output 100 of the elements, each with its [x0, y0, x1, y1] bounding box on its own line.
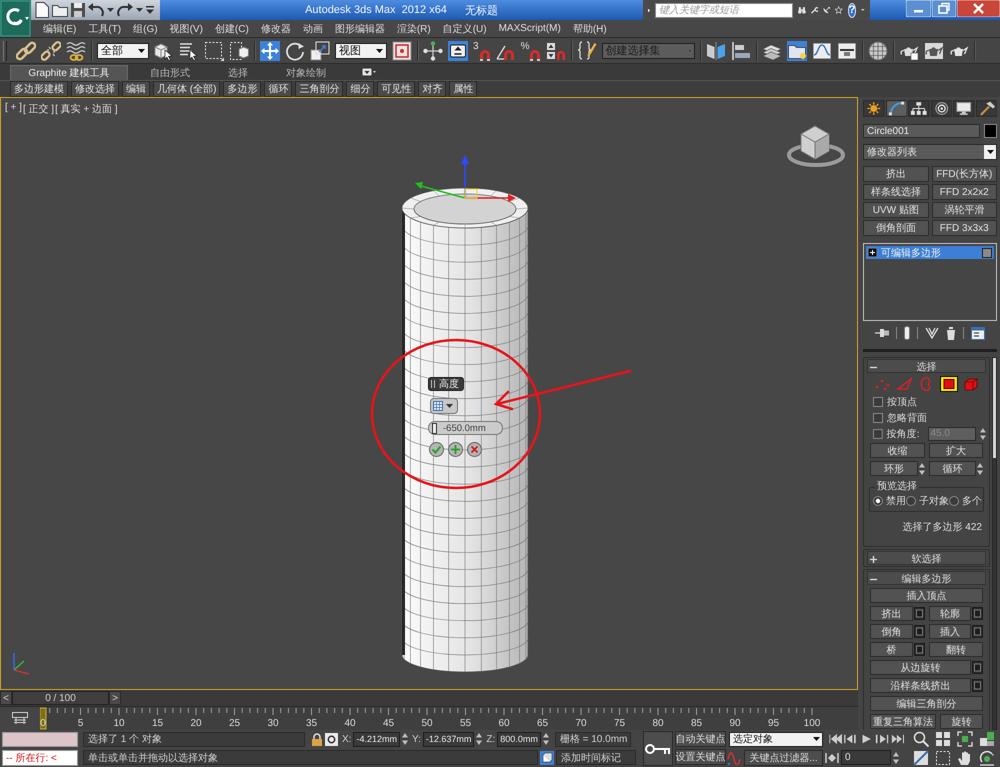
modifier-list-dropdown[interactable]: 修改器列表: [863, 144, 997, 160]
minimize-icon[interactable]: [906, 0, 931, 17]
dropdown-icon[interactable]: [362, 68, 376, 76]
checker-sphere-icon[interactable]: [868, 40, 888, 60]
panel-window-icon[interactable]: [837, 40, 858, 60]
dialog-box-icon[interactable]: [914, 607, 924, 620]
four-squares-icon[interactable]: [935, 731, 951, 747]
hierarchy-icon[interactable]: [908, 100, 930, 117]
panel-button[interactable]: 插入: [928, 624, 971, 639]
panel-button[interactable]: 环形: [870, 461, 918, 476]
key-mode-icon[interactable]: [825, 752, 839, 762]
scrollbar-thumb[interactable]: [993, 358, 996, 458]
restore-icon[interactable]: [932, 0, 956, 17]
menu-item[interactable]: 动画: [296, 22, 329, 36]
dialog-box-icon[interactable]: [972, 661, 983, 674]
panel-button[interactable]: 编辑三角剖分: [870, 696, 983, 711]
track-editor-icon[interactable]: [12, 712, 28, 725]
ribbon-panel-button[interactable]: 多边形: [223, 81, 262, 97]
caddy-title-bar[interactable]: 高度: [428, 377, 464, 391]
ribbon-panel-button[interactable]: 编辑: [122, 81, 150, 97]
plus-icon[interactable]: [448, 442, 463, 457]
ribbon-tab[interactable]: 选择: [204, 65, 272, 80]
spinner-magnet-icon[interactable]: [546, 40, 566, 60]
time-slider-thumb[interactable]: 0 / 100: [12, 691, 109, 705]
ribbon-panel-button[interactable]: 属性: [449, 81, 478, 97]
dashed-rectangle-hexagon-icon[interactable]: [229, 40, 249, 60]
panel-button[interactable]: 桥: [870, 642, 912, 657]
modifier-button[interactable]: 挤出: [863, 166, 928, 182]
panel-button[interactable]: 从边旋转: [870, 660, 971, 675]
lock-icon[interactable]: [311, 732, 323, 746]
auto-key-button[interactable]: 自动关键点: [675, 731, 726, 747]
spinner-arrows-icon[interactable]: [402, 733, 408, 745]
percent-snap-toggle[interactable]: %: [520, 40, 542, 60]
dialog-box-icon[interactable]: [914, 643, 924, 656]
orbit-icon[interactable]: [979, 750, 995, 766]
redo-icon[interactable]: [117, 3, 133, 17]
ribbon-panel-button[interactable]: 几何体 (全部): [153, 81, 220, 97]
modifier-button[interactable]: UVW 贴图: [863, 202, 928, 218]
bin-icon[interactable]: [946, 326, 956, 340]
ribbon-panel-button[interactable]: 对齐: [418, 81, 446, 97]
spinner-arrows-icon[interactable]: [980, 428, 986, 440]
hammer-icon[interactable]: [976, 100, 997, 117]
viewport[interactable]: [ + ][ 正交 ][ 真实 + 边面 ] 高度 -650.0mm: [0, 97, 858, 690]
folder-bulb-icon[interactable]: [787, 40, 808, 60]
modifier-stack-list[interactable]: 可编辑多边形: [863, 243, 997, 321]
key-mode-button[interactable]: [643, 731, 673, 766]
time-slider-track[interactable]: < 0 / 100 >: [0, 690, 858, 707]
menu-item[interactable]: 修改器: [254, 22, 297, 36]
object-name-field[interactable]: Circle001: [863, 124, 980, 138]
dashed-rectangle-icon[interactable]: [204, 40, 224, 60]
selection-set-dropdown[interactable]: 创建选择集: [602, 42, 696, 58]
caddy-dropdown[interactable]: [430, 398, 458, 414]
star-icon[interactable]: [835, 3, 843, 17]
maxscript-input-field[interactable]: [2, 732, 78, 747]
stacked-squares-icon[interactable]: [979, 731, 995, 747]
move-gizmo[interactable]: [415, 155, 516, 202]
menu-item[interactable]: 视图(V): [164, 22, 209, 36]
customize-caret-icon[interactable]: [146, 6, 154, 14]
cancel-icon[interactable]: [467, 442, 482, 457]
diagonal-square-icon[interactable]: [913, 750, 929, 766]
ribbon-panel-button[interactable]: 三角剖分: [295, 81, 344, 97]
undo-icon[interactable]: [88, 3, 104, 17]
spinner-arrows-icon[interactable]: [542, 733, 549, 745]
previous-key-icon[interactable]: [844, 733, 858, 745]
menu-item[interactable]: 自定义(U): [436, 22, 493, 36]
wave-chain-icon[interactable]: [66, 40, 86, 60]
rollout-header[interactable]: 软选择: [867, 551, 986, 565]
view-cube[interactable]: [787, 125, 845, 167]
rollout-header[interactable]: 选择: [867, 359, 986, 373]
dialog-box-icon[interactable]: [914, 625, 924, 638]
menu-item[interactable]: 创建(C): [208, 22, 255, 36]
manipulate-icon[interactable]: [423, 40, 443, 60]
scrollbar[interactable]: [992, 357, 997, 730]
modifier-button[interactable]: 样条线选择: [863, 184, 928, 200]
ribbon-panel-button[interactable]: 修改选择: [71, 81, 119, 97]
checkbox[interactable]: [873, 428, 883, 438]
panel-button[interactable]: 收缩: [870, 443, 924, 458]
swirl-logo-icon[interactable]: [0, 0, 31, 37]
tube-object[interactable]: [402, 188, 528, 672]
menu-item[interactable]: 渲染(R): [390, 22, 437, 36]
ribbon-panel-button[interactable]: 可见性: [377, 81, 416, 97]
menu-item[interactable]: 组(G): [127, 22, 164, 36]
dropdown[interactable]: 全部: [97, 42, 149, 58]
cube-cursor-icon[interactable]: [154, 40, 174, 60]
previous-frame-button[interactable]: <: [0, 691, 12, 705]
current-frame-marker[interactable]: [40, 708, 46, 730]
snap-toggle[interactable]: 3: [473, 40, 491, 60]
play-icon[interactable]: [860, 733, 874, 745]
frame-field[interactable]: 0: [841, 750, 891, 765]
viewport-label-menu[interactable]: [ 正交 ]: [22, 102, 54, 116]
sun-icon[interactable]: [863, 100, 884, 117]
ribbon-panel-button[interactable]: 多边形建模: [10, 81, 68, 97]
menu-item[interactable]: 编辑(E): [37, 22, 82, 36]
dropdown[interactable]: 视图: [335, 42, 387, 58]
object-color-swatch[interactable]: [984, 124, 997, 138]
expand-box-icon[interactable]: [868, 248, 877, 257]
modifier-button[interactable]: 涡轮平滑: [932, 202, 997, 218]
save-icon[interactable]: [71, 3, 85, 17]
hand-icon[interactable]: [957, 750, 973, 766]
panel-button[interactable]: 沿样条线挤出: [870, 678, 971, 693]
